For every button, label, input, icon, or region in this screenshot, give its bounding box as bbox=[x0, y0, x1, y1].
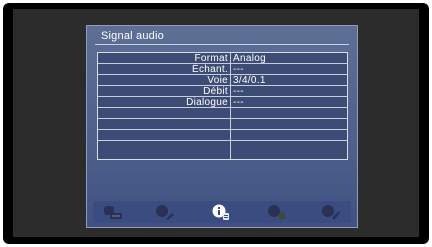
info-row-empty bbox=[98, 141, 347, 152]
signal-audio-panel: Signal audio Format Analog Échant. --- V… bbox=[86, 25, 358, 228]
info-value: --- bbox=[233, 97, 244, 108]
info-row-empty bbox=[98, 119, 347, 130]
settings-icon[interactable] bbox=[321, 203, 341, 221]
audio-info-table: Format Analog Échant. --- Voie 3/4/0.1 D… bbox=[97, 52, 348, 160]
info-row-format: Format Analog bbox=[98, 53, 347, 64]
info-icon[interactable] bbox=[211, 203, 231, 221]
video-signal-icon[interactable] bbox=[103, 203, 123, 221]
title-divider bbox=[95, 44, 349, 45]
info-value: --- bbox=[233, 86, 244, 97]
info-value: 3/4/0.1 bbox=[233, 75, 266, 86]
info-row-empty bbox=[98, 130, 347, 141]
panel-title: Signal audio bbox=[101, 30, 164, 42]
info-label bbox=[100, 130, 228, 141]
info-label bbox=[100, 141, 228, 152]
info-label bbox=[100, 108, 228, 119]
info-row-bitrate: Débit --- bbox=[98, 86, 347, 97]
info-label: Voie bbox=[207, 75, 228, 86]
info-value: --- bbox=[233, 64, 244, 75]
info-value: Analog bbox=[233, 53, 266, 64]
info-row-sample-rate: Échant. --- bbox=[98, 64, 347, 75]
audio-icon[interactable] bbox=[267, 203, 287, 221]
info-row-empty bbox=[98, 108, 347, 119]
info-label bbox=[100, 119, 228, 130]
function-icon-bar bbox=[93, 201, 351, 223]
info-label: Échant. bbox=[191, 64, 228, 75]
info-label: Débit bbox=[203, 86, 228, 97]
setup-icon[interactable] bbox=[155, 203, 175, 221]
info-row-dialogue: Dialogue --- bbox=[98, 97, 347, 108]
info-label: Format bbox=[194, 53, 228, 64]
info-label: Dialogue bbox=[186, 97, 228, 108]
info-row-channel: Voie 3/4/0.1 bbox=[98, 75, 347, 86]
